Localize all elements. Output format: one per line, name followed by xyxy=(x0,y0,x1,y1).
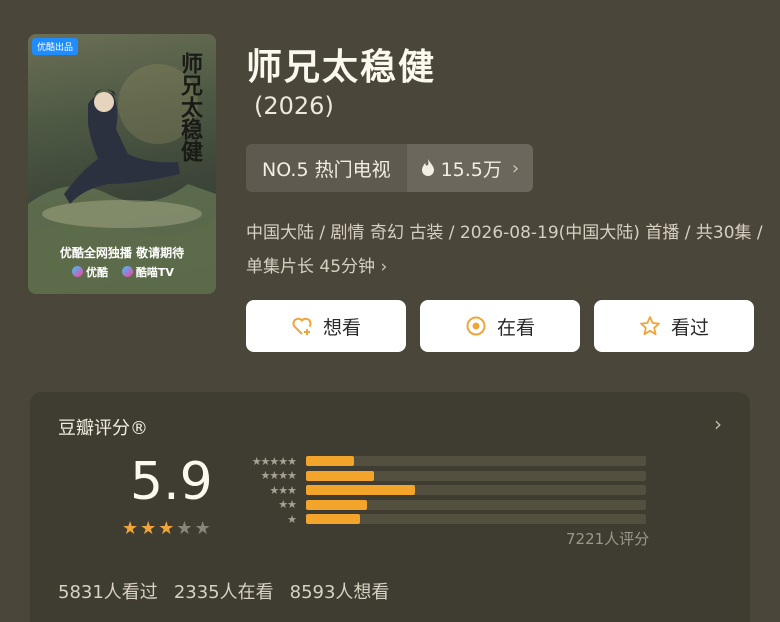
want-label: 想看 xyxy=(322,316,361,339)
chevron-right-icon[interactable]: › xyxy=(714,412,722,436)
distribution-stars-icon: ★★★★ xyxy=(260,469,297,483)
star-empty-icon: ★ xyxy=(194,518,211,539)
poster-title: 师兄太稳健 xyxy=(177,52,203,162)
distribution-row: ★★★★ xyxy=(240,469,646,484)
star-icon xyxy=(640,316,660,336)
distribution-row: ★★★★★ xyxy=(240,454,646,469)
chevron-right-icon: › xyxy=(511,157,520,179)
distribution-track xyxy=(306,514,646,525)
heat-value: 15.5万 xyxy=(440,158,502,181)
want-count: 8593人想看 xyxy=(289,582,390,603)
rating-count: 7221人评分 xyxy=(566,530,650,548)
heat-button[interactable]: 15.5万 › xyxy=(406,144,534,192)
watching-button[interactable]: 在看 xyxy=(420,300,580,352)
chevron-right-icon: › xyxy=(380,257,388,277)
distribution-row: ★★★ xyxy=(240,483,646,498)
distribution-row: ★ xyxy=(240,512,646,527)
rank-label[interactable]: NO.5 热门电视 xyxy=(246,144,407,192)
watching-count: 2335人在看 xyxy=(173,582,274,603)
show-meta[interactable]: 中国大陆 / 剧情 奇幻 古装 / 2026-08-19(中国大陆) 首播 / … xyxy=(246,216,766,284)
distribution-stars-icon: ★★ xyxy=(278,498,297,512)
distribution-stars-icon: ★★★★★ xyxy=(251,454,297,468)
rank-pill[interactable]: NO.5 热门电视 15.5万 › xyxy=(246,144,534,192)
poster-caption: 优酷全网独播 敬请期待 xyxy=(59,246,185,260)
distribution-bar xyxy=(306,514,361,525)
watched-label: 看过 xyxy=(670,316,709,339)
distribution-track xyxy=(306,456,646,467)
release-year: (2026) xyxy=(254,92,334,120)
youku-logo-text: 优酷 xyxy=(86,266,108,279)
meta-text: 中国大陆 / 剧情 奇幻 古装 / 2026-08-19(中国大陆) 首播 / … xyxy=(246,223,763,277)
want-to-watch-button[interactable]: 想看 xyxy=(246,300,406,352)
watching-circle-icon xyxy=(466,316,486,336)
poster-logos: 优酷 酷喵TV xyxy=(72,264,184,280)
kumiao-logo-icon xyxy=(121,266,133,277)
distribution-bar xyxy=(306,499,368,510)
distribution-track xyxy=(306,470,646,481)
rating-distribution: ★★★★★ ★★★★ ★★★ ★★ ★ xyxy=(240,454,646,527)
watched-count: 5831人看过 xyxy=(58,582,158,603)
distribution-row: ★★ xyxy=(240,498,646,513)
flame-icon xyxy=(421,159,434,176)
rating-stars: ★ ★ ★ ★ ★ xyxy=(122,518,211,539)
poster-image[interactable]: 优酷出品 师兄太稳健 优酷全网独播 敬请期待 优酷 酷喵TV xyxy=(28,34,216,294)
distribution-track xyxy=(306,499,646,510)
poster-badge: 优酷出品 xyxy=(32,38,79,55)
rating-score: 5.9 xyxy=(130,452,213,512)
rating-header: 豆瓣评分® xyxy=(58,418,148,439)
star-empty-icon: ★ xyxy=(176,518,193,539)
distribution-bar xyxy=(306,485,415,496)
watched-button[interactable]: 看过 xyxy=(594,300,754,352)
distribution-bar xyxy=(306,456,354,467)
distribution-stars-icon: ★ xyxy=(287,512,297,526)
page-title: 师兄太稳健 xyxy=(246,47,437,88)
distribution-bar xyxy=(306,470,374,481)
watching-label: 在看 xyxy=(496,316,535,339)
action-buttons: 想看 在看 看过 xyxy=(246,300,754,352)
star-filled-icon: ★ xyxy=(140,518,157,539)
star-filled-icon: ★ xyxy=(122,518,139,539)
viewer-stats: 5831人看过 2335人在看 8593人想看 xyxy=(58,578,389,604)
youku-logo-icon xyxy=(72,266,83,277)
star-filled-icon: ★ xyxy=(158,518,175,539)
heart-plus-icon xyxy=(292,317,312,335)
distribution-track xyxy=(306,485,646,496)
kumiao-logo-text: 酷喵TV xyxy=(135,266,174,279)
distribution-stars-icon: ★★★ xyxy=(269,483,297,497)
rating-card[interactable]: 豆瓣评分® › 5.9 ★ ★ ★ ★ ★ ★★★★★ ★★★★ ★★★ ★★ ★ 7221人评… xyxy=(30,392,750,622)
